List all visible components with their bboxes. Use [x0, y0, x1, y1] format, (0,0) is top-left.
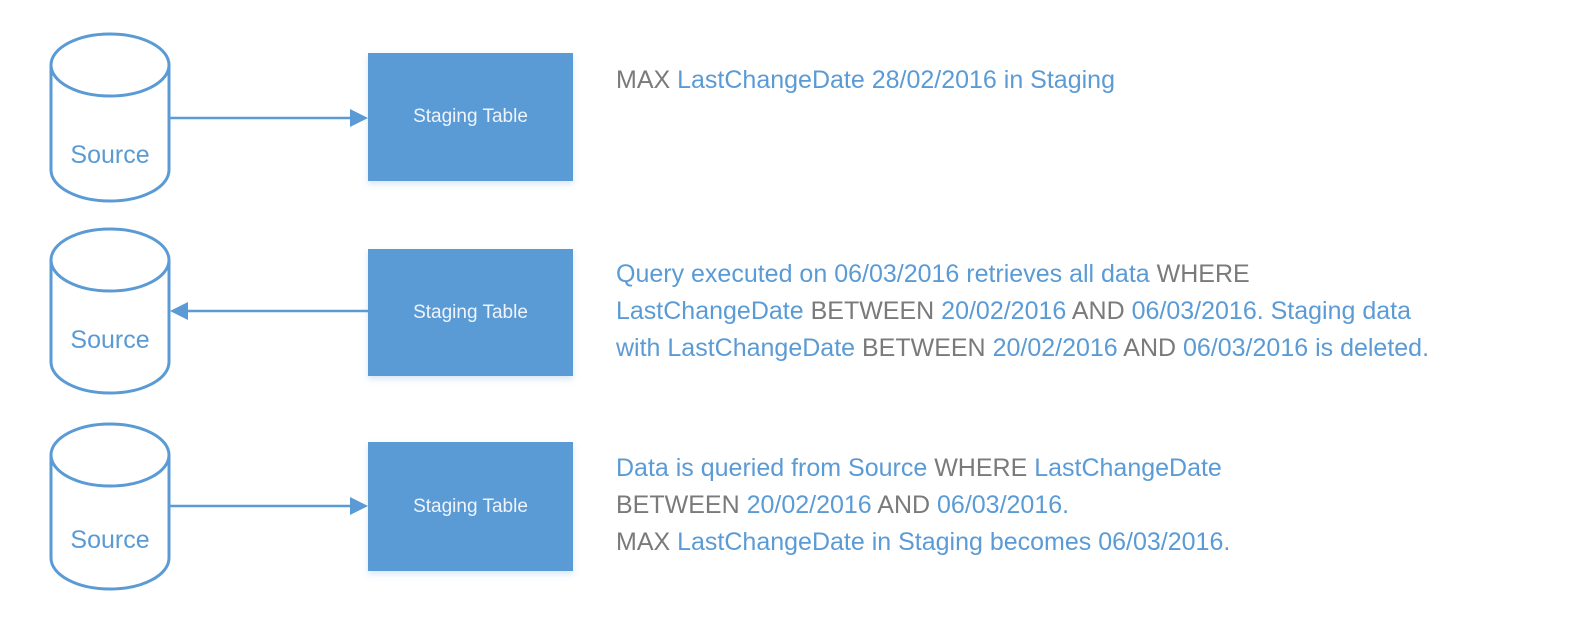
note-line: BETWEEN 20/02/2016 AND 06/03/2016.: [616, 487, 1230, 524]
note-text: 20/02/2016: [941, 297, 1072, 325]
step-1-note: MAX LastChangeDate 28/02/2016 in Staging: [616, 62, 1115, 99]
step-3-note: Data is queried from Source WHERE LastCh…: [616, 450, 1230, 561]
arrowhead-right-icon: [350, 497, 368, 515]
arrowhead-left-icon: [170, 302, 188, 320]
note-text: Data is queried from Source: [616, 454, 935, 482]
source-database-icon: Source: [49, 32, 171, 203]
note-line: Data is queried from Source WHERE LastCh…: [616, 450, 1230, 487]
source-label: Source: [70, 141, 149, 169]
note-line: with LastChangeDate BETWEEN 20/02/2016 A…: [616, 330, 1429, 367]
note-line: LastChangeDate BETWEEN 20/02/2016 AND 06…: [616, 293, 1429, 330]
arrow-source-to-staging: [170, 497, 368, 515]
staging-table-label: Staging Table: [413, 495, 528, 517]
note-text: 20/02/2016: [992, 334, 1124, 362]
sql-keyword: MAX: [616, 528, 678, 556]
arrow-source-to-staging: [170, 109, 368, 127]
note-line: MAX LastChangeDate 28/02/2016 in Staging: [616, 62, 1115, 99]
sql-keyword: MAX: [616, 66, 678, 94]
sql-keyword: WHERE: [934, 454, 1035, 482]
step-2-note: Query executed on 06/03/2016 retrieves a…: [616, 256, 1429, 367]
note-text: LastChangeDate in Staging becomes 06/03/…: [677, 528, 1231, 556]
sql-keyword: AND: [1071, 297, 1132, 325]
source-database-icon: Source: [49, 422, 171, 591]
note-text: LastChangeDate: [616, 297, 811, 325]
step-2: Source: [49, 227, 368, 395]
note-text: LastChangeDate 28/02/2016 in Staging: [677, 66, 1115, 94]
note-line: MAX LastChangeDate in Staging becomes 06…: [616, 524, 1230, 561]
note-text: 06/03/2016. Staging data: [1131, 297, 1412, 325]
staging-table-box: Staging Table: [368, 249, 573, 376]
staging-table-label: Staging Table: [413, 106, 528, 127]
sql-keyword: AND: [877, 491, 938, 519]
sql-keyword: BETWEEN: [810, 297, 942, 325]
sql-keyword: BETWEEN: [861, 334, 993, 362]
source-label: Source: [70, 326, 149, 354]
step-1: Source: [49, 32, 368, 203]
source-database-icon: Source: [49, 227, 171, 395]
note-text: 06/03/2016.: [937, 491, 1070, 519]
note-text: 06/03/2016 is deleted.: [1183, 334, 1430, 362]
note-text: LastChangeDate: [1034, 454, 1222, 482]
step-3: Source: [49, 422, 368, 591]
arrow-staging-to-source: [170, 302, 368, 320]
staging-table-box: Staging Table: [368, 53, 573, 181]
sql-keyword: AND: [1123, 334, 1183, 362]
note-text: with LastChangeDate: [616, 334, 862, 362]
staging-table-box: Staging Table: [368, 442, 573, 571]
staging-table-label: Staging Table: [413, 301, 528, 323]
arrowhead-right-icon: [350, 109, 368, 127]
source-label: Source: [70, 526, 149, 554]
sql-keyword: BETWEEN: [616, 491, 747, 519]
sql-keyword: WHERE: [1156, 260, 1250, 288]
note-text: Query executed on 06/03/2016 retrieves a…: [616, 260, 1157, 288]
note-text: 20/02/2016: [746, 491, 878, 519]
note-line: Query executed on 06/03/2016 retrieves a…: [616, 256, 1429, 293]
